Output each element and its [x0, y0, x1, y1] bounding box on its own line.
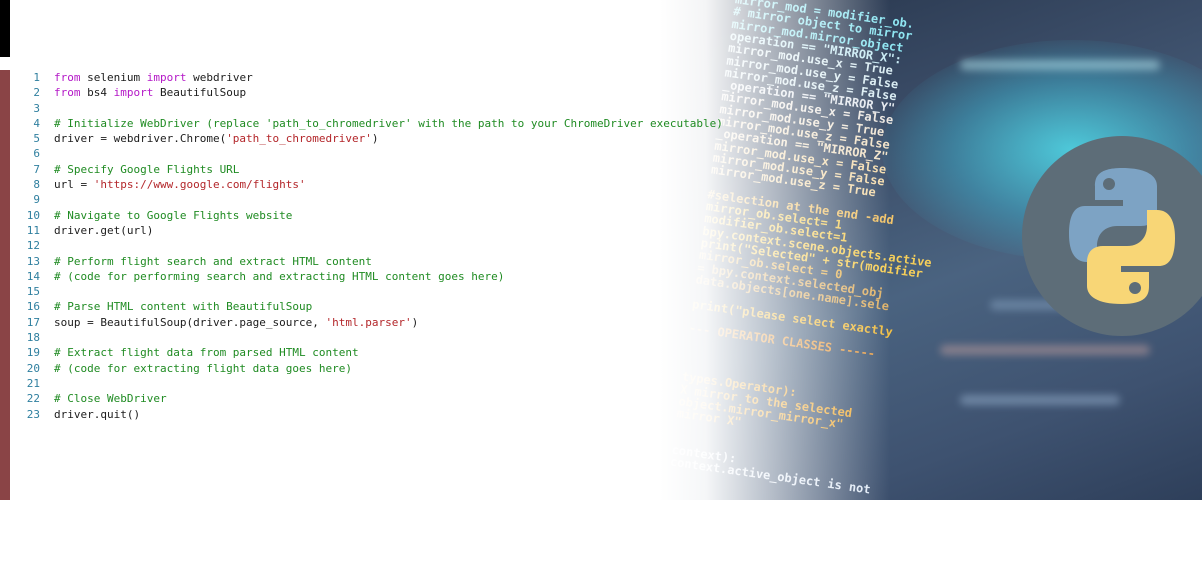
string-token: 'path_to_chromedriver': [226, 132, 372, 146]
code-token: bs4: [80, 86, 114, 100]
code-token: driver.quit(): [54, 407, 141, 421]
code-token: ): [411, 315, 419, 329]
code-line: 16 # Parse HTML content with BeautifulSou…: [20, 299, 723, 314]
line-number: 1: [33, 71, 40, 84]
code-line: 10 # Navigate to Google Flights website: [20, 208, 723, 223]
code-line: 21: [20, 376, 723, 391]
line-number: 6: [33, 147, 40, 161]
line-number: 11: [26, 223, 40, 237]
code-line: 6: [20, 146, 723, 161]
line-number: 13: [26, 254, 40, 268]
code-text: # Navigate to Google Flights website: [54, 208, 292, 223]
comment-token: # Perform flight search and extract HTML…: [54, 254, 372, 268]
line-number: 2: [33, 86, 40, 100]
code-line: 19 # Extract flight data from parsed HTML…: [20, 345, 723, 360]
code-line: 2 from bs4 import BeautifulSoup: [20, 85, 723, 100]
line-number: 9: [33, 193, 40, 207]
line-number: 12: [26, 239, 40, 253]
code-line: 5 driver = webdriver.Chrome('path_to_chro…: [20, 131, 723, 146]
code-token: url =: [54, 178, 94, 192]
line-number: 18: [26, 331, 40, 345]
code-line: 4 # Initialize WebDriver (replace 'path_t…: [20, 116, 723, 131]
code-line: 1 from selenium import webdriver: [20, 70, 723, 85]
code-line: 23 driver.quit(): [20, 407, 723, 422]
code-text: from selenium import webdriver: [54, 70, 253, 85]
comment-token: # (code for performing search and extrac…: [54, 269, 505, 283]
string-token: 'https://www.google.com/flights': [93, 178, 306, 192]
code-line: 3: [20, 101, 723, 116]
line-number: 15: [26, 285, 40, 299]
code-line: 8 url = 'https://www.google.com/flights': [20, 177, 723, 192]
code-text: driver = webdriver.Chrome('path_to_chrom…: [54, 131, 379, 146]
code-token: ): [371, 132, 379, 146]
code-line: 12: [20, 238, 723, 253]
code-line: 17 soup = BeautifulSoup(driver.page_sourc…: [20, 315, 723, 330]
comment-token: # Extract flight data from parsed HTML c…: [54, 346, 359, 360]
comment-token: # Parse HTML content with BeautifulSoup: [54, 300, 313, 314]
line-number: 14: [26, 269, 40, 283]
keyword-token: from: [54, 71, 81, 84]
code-text: # Specify Google Flights URL: [54, 162, 239, 177]
line-number: 22: [26, 392, 40, 406]
code-text: # Extract flight data from parsed HTML c…: [54, 345, 359, 360]
line-number: 8: [33, 178, 40, 192]
code-line: 7 # Specify Google Flights URL: [20, 162, 723, 177]
code-token: webdriver: [186, 71, 253, 84]
code-text: # Initialize WebDriver (replace 'path_to…: [54, 116, 723, 131]
line-number: 4: [33, 116, 40, 130]
code-token: driver = webdriver.Chrome(: [54, 132, 227, 146]
code-text: # Parse HTML content with BeautifulSoup: [54, 299, 312, 314]
code-text: url = 'https://www.google.com/flights': [54, 177, 306, 192]
line-number: 10: [26, 208, 40, 222]
code-text: # (code for performing search and extrac…: [54, 269, 504, 284]
code-token: selenium: [80, 71, 147, 84]
code-line: 20 # (code for extracting flight data goe…: [20, 361, 723, 376]
code-editor: 1 from selenium import webdriver 2 from bs4…: [20, 70, 723, 422]
code-text: from bs4 import BeautifulSoup: [54, 85, 246, 100]
code-line: 13 # Perform flight search and extract HT…: [20, 254, 723, 269]
line-number: 20: [26, 361, 40, 375]
line-number: 16: [26, 300, 40, 314]
code-line: 18: [20, 330, 723, 345]
code-token: soup = BeautifulSoup(driver.page_source,: [54, 315, 326, 329]
code-token: driver.get(url): [54, 223, 154, 237]
code-line: 22 # Close WebDriver: [20, 391, 723, 406]
line-number: 5: [33, 132, 40, 146]
line-number: 19: [26, 346, 40, 360]
code-text: # (code for extracting flight data goes …: [54, 361, 352, 376]
black-accent-bar: [0, 0, 10, 57]
code-text: driver.get(url): [54, 223, 153, 238]
code-line: 11 driver.get(url): [20, 223, 723, 238]
code-line: 9: [20, 192, 723, 207]
code-text: driver.quit(): [54, 407, 140, 422]
code-line: 15: [20, 284, 723, 299]
code-line: 14 # (code for performing search and extr…: [20, 269, 723, 284]
line-number: 17: [26, 315, 40, 329]
line-number: 21: [26, 376, 40, 390]
comment-token: # Navigate to Google Flights website: [54, 208, 293, 222]
line-number: 23: [26, 407, 40, 421]
maroon-accent-bar: [0, 70, 10, 500]
code-text: # Close WebDriver: [54, 391, 167, 406]
line-number: 7: [33, 162, 40, 176]
code-text: soup = BeautifulSoup(driver.page_source,…: [54, 315, 418, 330]
line-number: 3: [33, 101, 40, 115]
keyword-token: import: [146, 71, 187, 84]
comment-token: # (code for extracting flight data goes …: [54, 361, 353, 375]
code-token: BeautifulSoup: [153, 86, 247, 100]
comment-token: # Initialize WebDriver (replace 'path_to…: [54, 116, 723, 130]
string-token: 'html.parser': [325, 315, 412, 329]
code-text: # Perform flight search and extract HTML…: [54, 254, 372, 269]
keyword-token: import: [113, 86, 154, 100]
comment-token: # Specify Google Flights URL: [54, 162, 240, 176]
comment-token: # Close WebDriver: [54, 392, 167, 406]
keyword-token: from: [54, 86, 81, 100]
